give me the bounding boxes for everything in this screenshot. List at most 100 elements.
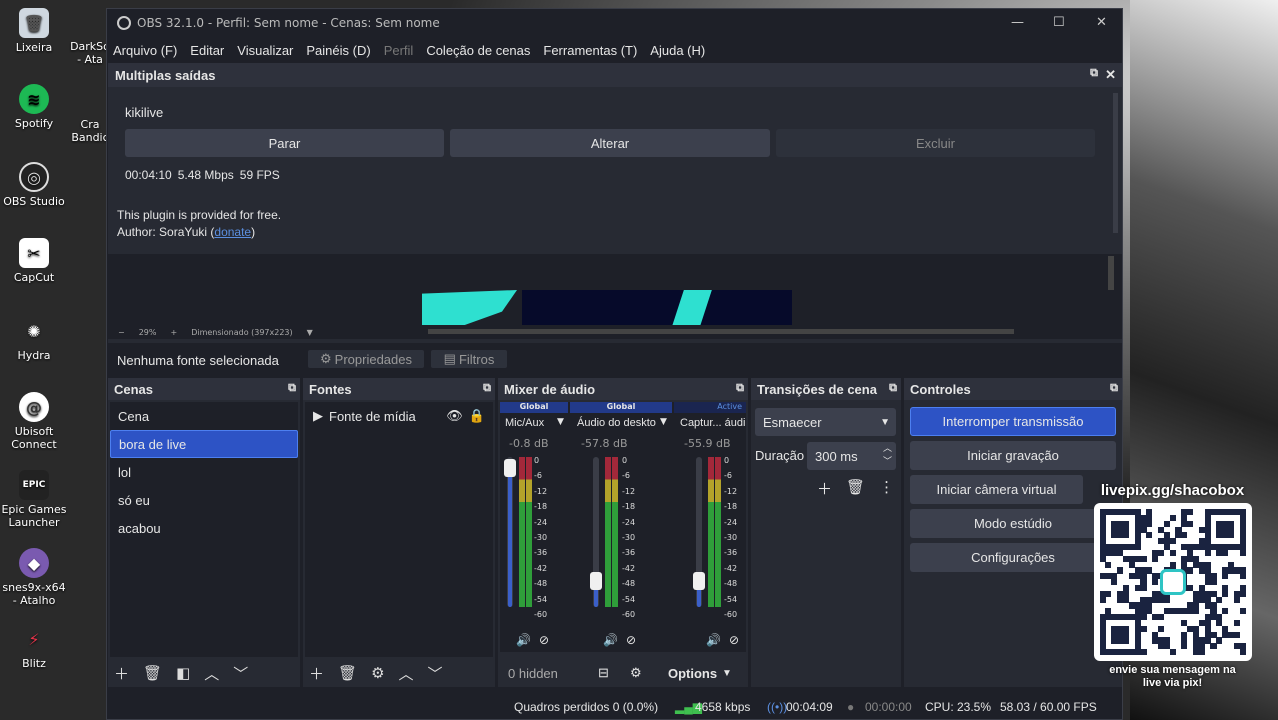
close-icon[interactable]: ✕	[1096, 15, 1107, 30]
desktop-icon-lixeira[interactable]: 🗑 Lixeira	[0, 8, 68, 54]
scene-item[interactable]: acabou	[110, 514, 298, 542]
scene-item[interactable]: lol	[110, 458, 298, 486]
options-button[interactable]: Options	[668, 666, 717, 681]
move-up-icon[interactable]: ︿	[204, 663, 219, 684]
zoom-out-icon[interactable]: −	[118, 328, 125, 337]
settings-button[interactable]: Configurações	[910, 543, 1116, 572]
transition-select[interactable]: Esmaecer ▼	[755, 408, 896, 436]
menu-perfil[interactable]: Perfil	[384, 43, 414, 58]
db-scale-tick: -60	[534, 610, 548, 620]
donate-link[interactable]: donate	[214, 225, 251, 239]
advanced-audio-icon[interactable]: ⚙	[630, 665, 642, 681]
float-icon[interactable]: ⧉	[1090, 67, 1098, 80]
add-icon[interactable]: ＋	[114, 663, 129, 684]
epic-icon: EPIC	[19, 470, 49, 500]
zoom-in-icon[interactable]: +	[170, 328, 177, 337]
channel-dropdown-icon[interactable]: ▼	[660, 417, 667, 427]
lock-icon[interactable]: 🔒	[469, 408, 485, 424]
scene-item[interactable]: só eu	[110, 486, 298, 514]
layout-icon[interactable]: ⊟	[598, 665, 609, 681]
float-icon[interactable]: ⧉	[1110, 382, 1118, 395]
virtual-camera-button[interactable]: Iniciar câmera virtual	[910, 475, 1083, 504]
filter-icon[interactable]: ◧	[176, 664, 190, 682]
volume-fader-track[interactable]	[590, 457, 602, 607]
volume-fader-track[interactable]	[693, 457, 705, 607]
volume-fader-handle[interactable]	[590, 572, 602, 590]
stop-streaming-button[interactable]: Interromper transmissão	[910, 407, 1116, 436]
menu-colecao[interactable]: Coleção de cenas	[426, 43, 530, 58]
float-icon[interactable]: ⧉	[736, 382, 744, 395]
desktop-icon-darkso[interactable]: DarkSo - Ata	[70, 40, 110, 66]
volume-fader-track[interactable]	[504, 457, 516, 607]
desktop-icon-crash[interactable]: Cra Bandic	[70, 118, 110, 144]
desktop-icon-snes[interactable]: ◆ snes9x-x64 - Atalho	[0, 548, 68, 607]
source-item[interactable]: ▶ Fonte de mídia 👁 🔒	[305, 402, 493, 430]
spin-arrows-icon[interactable]: ︿ ﹀	[883, 442, 892, 468]
more-icon[interactable]: ⋮	[879, 478, 894, 499]
desktop-icon-hydra[interactable]: ✺ Hydra	[0, 316, 68, 363]
options-dropdown-icon[interactable]: ▼	[722, 668, 732, 679]
dock-scrollbar[interactable]	[1113, 93, 1118, 233]
float-icon[interactable]: ⧉	[288, 382, 296, 395]
delete-button[interactable]: Excluir	[776, 129, 1095, 157]
channel-dropdown-icon[interactable]: ▼	[557, 417, 564, 427]
desktop-icon-blitz[interactable]: ⚡ Blitz	[0, 624, 68, 671]
visibility-eye-icon[interactable]: 👁	[446, 408, 463, 424]
float-icon[interactable]: ⧉	[889, 382, 897, 395]
stop-button[interactable]: Parar	[125, 129, 444, 157]
add-icon[interactable]: ＋	[817, 478, 832, 499]
preview-hscroll[interactable]	[428, 329, 1014, 334]
trash-icon[interactable]: 🗑	[143, 664, 162, 682]
volume-icon[interactable]: 🔊	[603, 633, 618, 647]
dock-close-icon[interactable]: ✕	[1105, 67, 1116, 83]
preview-scrollbar[interactable]	[1108, 256, 1114, 290]
minimize-icon[interactable]: —	[1011, 15, 1024, 30]
monitor-off-icon[interactable]: ⊘	[729, 633, 739, 647]
db-scale-tick: -18	[724, 502, 738, 512]
preview-panel: − 29% + Dimensionado (397x223) ▼	[108, 254, 1122, 339]
monitor-off-icon[interactable]: ⊘	[626, 633, 636, 647]
menu-arquivo[interactable]: Arquivo (F)	[113, 43, 177, 58]
duration-spinbox[interactable]: 300 ms ︿ ﹀	[807, 442, 896, 470]
filters-button[interactable]: ▤ Filtros	[431, 350, 507, 368]
monitor-off-icon[interactable]: ⊘	[539, 633, 549, 647]
volume-icon[interactable]: 🔊	[706, 633, 721, 647]
maximize-icon[interactable]: ☐	[1053, 15, 1065, 30]
add-icon[interactable]: ＋	[309, 663, 324, 684]
change-button[interactable]: Alterar	[450, 129, 770, 157]
sources-toolbar: ＋ 🗑 ⚙ ︿ ﹀	[303, 659, 495, 687]
menu-ferramentas[interactable]: Ferramentas (T)	[543, 43, 637, 58]
desktop-icon-ubisoft[interactable]: @ Ubisoft Connect	[0, 392, 68, 451]
db-scale-tick: -6	[724, 471, 732, 481]
desktop-icon-spotify[interactable]: ≋ Spotify	[0, 84, 68, 130]
desktop-icon-obs[interactable]: ◎ OBS Studio	[0, 162, 68, 208]
desktop-icon-epic[interactable]: EPIC Epic Games Launcher	[0, 470, 68, 529]
hydra-icon: ✺	[27, 321, 41, 341]
trash-icon[interactable]: 🗑	[846, 478, 865, 499]
properties-button[interactable]: ⚙ Propriedades	[308, 350, 424, 368]
scene-item-selected[interactable]: bora de live	[110, 430, 298, 458]
scaling-dropdown-icon[interactable]: ▼	[307, 328, 313, 337]
move-down-icon[interactable]: ﹀	[428, 663, 443, 684]
trash-icon[interactable]: 🗑	[338, 664, 357, 682]
float-icon[interactable]: ⧉	[483, 382, 491, 395]
volume-icon[interactable]: 🔊	[516, 633, 531, 647]
menu-editar[interactable]: Editar	[190, 43, 224, 58]
desktop-icon-capcut[interactable]: ✂ CapCut	[0, 238, 68, 284]
start-recording-button[interactable]: Iniciar gravação	[910, 441, 1116, 470]
gear-icon[interactable]: ⚙	[371, 664, 384, 682]
menu-ajuda[interactable]: Ajuda (H)	[650, 43, 705, 58]
db-scale-tick: -12	[724, 486, 738, 496]
scene-item[interactable]: Cena	[110, 402, 298, 430]
move-up-icon[interactable]: ︿	[399, 663, 414, 684]
level-meter-bar	[715, 457, 721, 607]
volume-fader-handle[interactable]	[693, 572, 705, 590]
qr-module	[1227, 532, 1235, 539]
move-down-icon[interactable]: ﹀	[233, 663, 248, 684]
volume-fader-handle[interactable]	[504, 459, 516, 477]
menu-paineis[interactable]: Painéis (D)	[306, 43, 370, 58]
studio-mode-button[interactable]: Modo estúdio	[910, 509, 1116, 538]
menu-visualizar[interactable]: Visualizar	[237, 43, 293, 58]
mixer-title: Mixer de áudio	[504, 381, 596, 397]
qr-module	[1239, 649, 1246, 656]
